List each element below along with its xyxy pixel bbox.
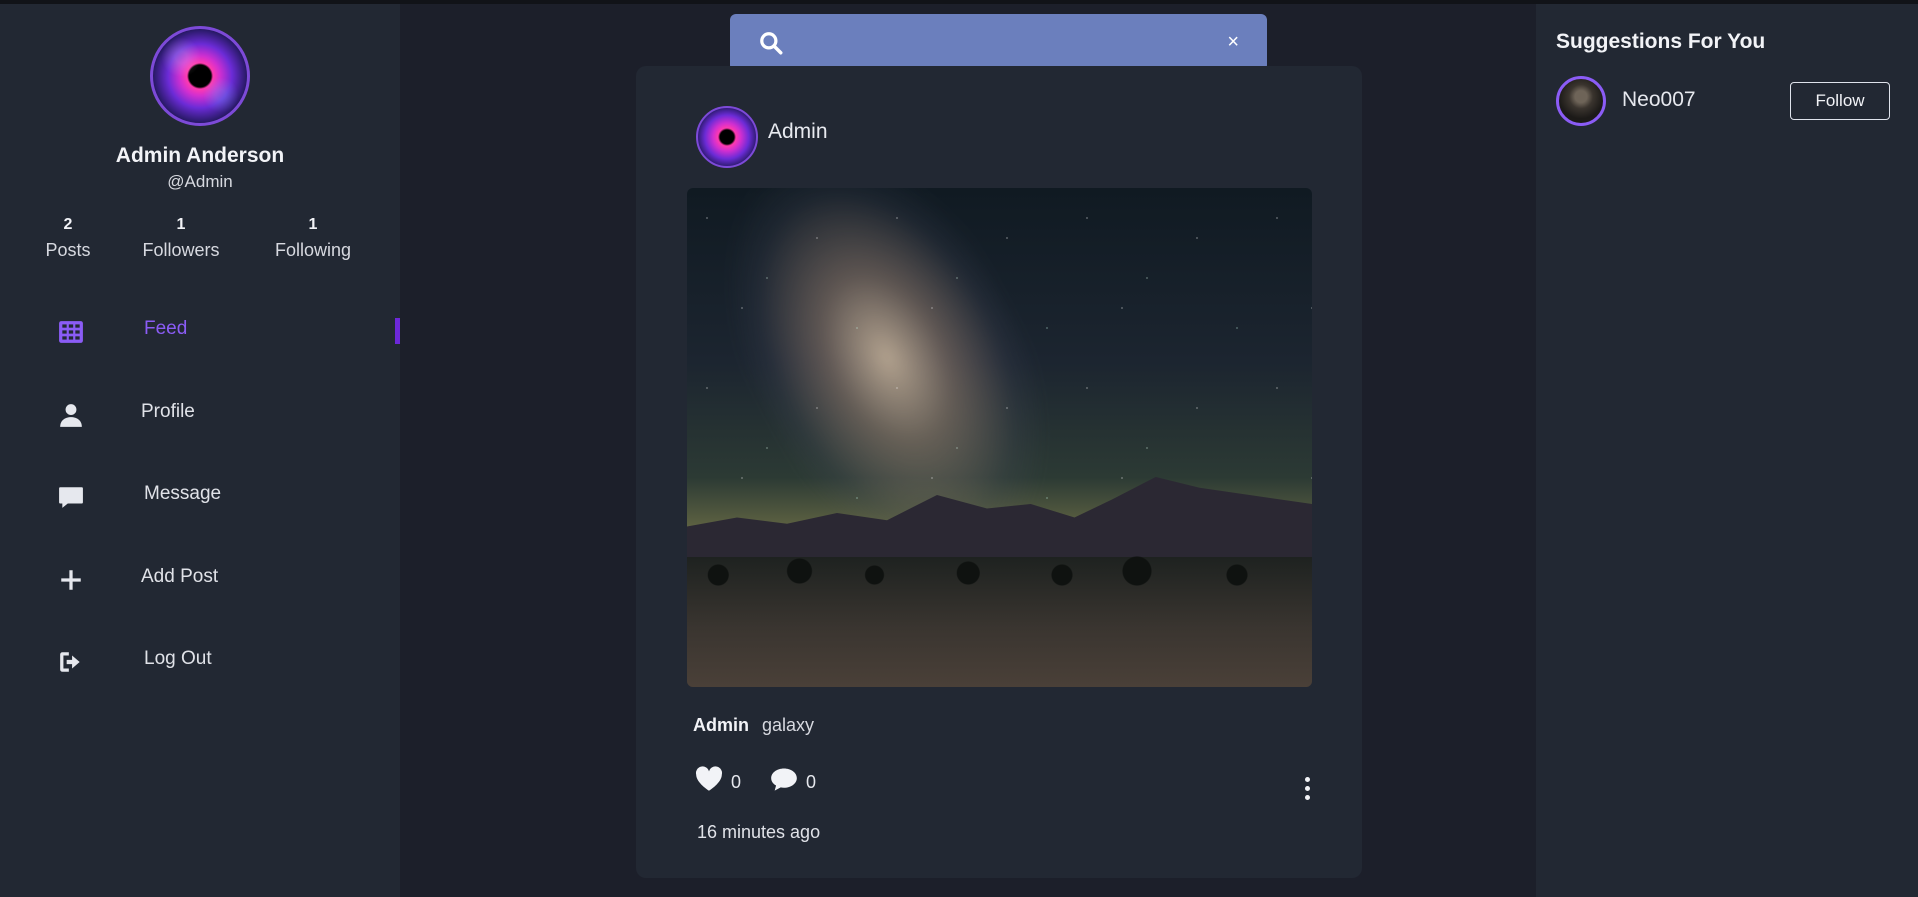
stat-following[interactable]: 1 Following xyxy=(263,216,363,261)
profile-handle: @Admin xyxy=(167,172,233,191)
post-timestamp: 16 minutes ago xyxy=(697,822,821,842)
logout-icon xyxy=(60,652,80,672)
follow-button[interactable]: Follow xyxy=(1790,82,1890,120)
stat-posts[interactable]: 2 Posts xyxy=(28,216,108,261)
comment-icon xyxy=(771,768,797,791)
stat-posts-count: 2 xyxy=(63,216,73,233)
stat-following-count: 1 xyxy=(308,216,318,233)
heart-icon xyxy=(695,766,723,791)
sidebar-item-profile[interactable]: Profile xyxy=(0,389,400,439)
post-image[interactable] xyxy=(687,188,1312,687)
clear-search-icon[interactable]: × xyxy=(1227,31,1239,54)
profile-name: Admin Anderson xyxy=(115,144,285,167)
stat-followers-label: Followers xyxy=(142,240,220,260)
suggestion-avatar[interactable] xyxy=(1556,76,1606,126)
stat-following-label: Following xyxy=(274,240,352,260)
sidebar-item-feed-label: Feed xyxy=(144,318,188,339)
search-input[interactable] xyxy=(800,26,1200,60)
sidebar-item-log-out[interactable]: Log Out xyxy=(0,636,400,686)
profile-avatar[interactable] xyxy=(150,26,250,126)
grid-icon xyxy=(59,321,83,343)
active-indicator xyxy=(395,318,400,344)
sidebar-item-message-label: Message xyxy=(144,483,222,504)
post-author-name[interactable]: Admin xyxy=(768,120,828,144)
suggestions-title: Suggestions For You xyxy=(1556,30,1766,53)
sidebar-item-profile-label: Profile xyxy=(141,401,195,422)
left-sidebar: Admin Anderson @Admin 2 Posts 1 Follower… xyxy=(0,4,400,897)
post-author-avatar[interactable] xyxy=(696,106,758,168)
more-options-icon[interactable] xyxy=(1302,777,1312,803)
stat-posts-label: Posts xyxy=(45,240,91,260)
comment-count: 0 xyxy=(806,772,817,792)
sidebar-item-feed[interactable]: Feed xyxy=(0,306,400,356)
comment-button[interactable]: 0 xyxy=(770,766,830,796)
suggestions-panel: Suggestions For You Neo007 Follow xyxy=(1536,4,1918,897)
suggestion-name[interactable]: Neo007 xyxy=(1622,88,1696,112)
plus-icon xyxy=(61,570,81,590)
sidebar-item-add-post[interactable]: Add Post xyxy=(0,554,400,604)
like-count: 0 xyxy=(731,772,742,792)
search-icon[interactable] xyxy=(758,30,784,56)
caption-text: galaxy xyxy=(762,715,815,735)
sidebar-item-log-out-label: Log Out xyxy=(144,648,212,669)
search-bar: × xyxy=(730,14,1267,71)
chat-bubble-icon xyxy=(59,487,83,508)
stat-followers[interactable]: 1 Followers xyxy=(131,216,231,261)
post-card: Admin Admin galaxy 0 0 16 minutes ago xyxy=(636,66,1362,878)
post-caption: Admin galaxy xyxy=(693,715,814,736)
like-button[interactable]: 0 xyxy=(695,766,755,796)
user-icon xyxy=(60,404,82,427)
caption-author[interactable]: Admin xyxy=(693,715,749,735)
stat-followers-count: 1 xyxy=(176,216,186,233)
sidebar-item-add-post-label: Add Post xyxy=(141,566,219,587)
sidebar-item-message[interactable]: Message xyxy=(0,471,400,521)
